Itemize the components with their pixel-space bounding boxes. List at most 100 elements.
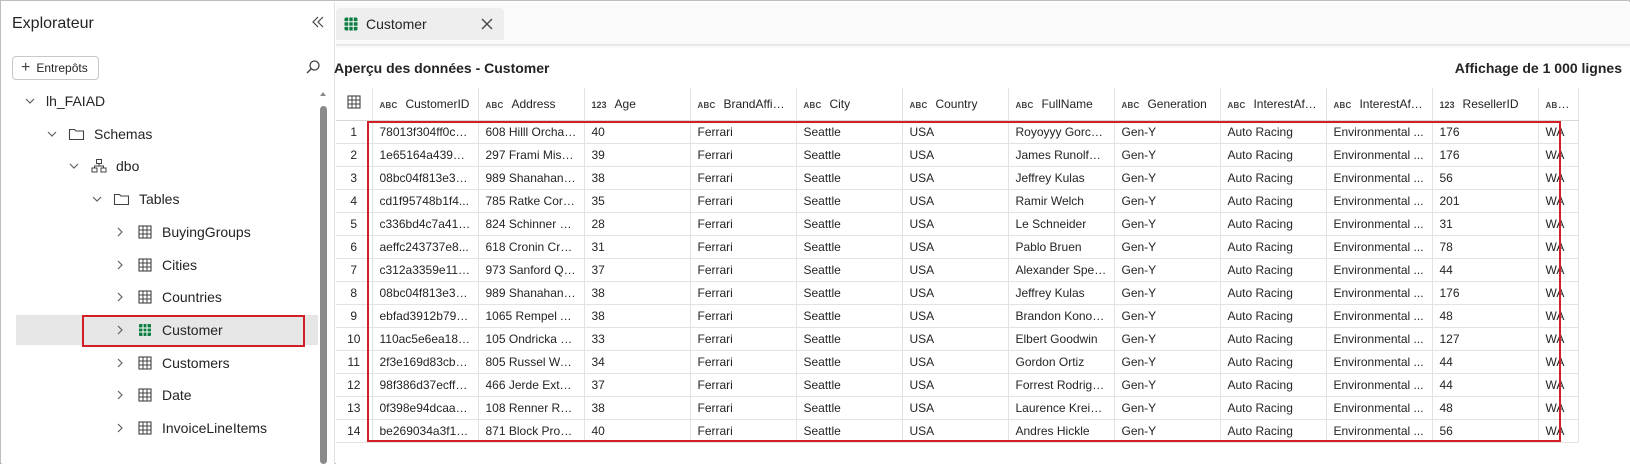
tree-item-schemas[interactable]: Schemas — [16, 119, 318, 149]
table-cell[interactable]: Seattle — [796, 189, 903, 213]
table-cell[interactable]: Ferrari — [690, 120, 797, 144]
table-cell[interactable]: 44 — [1432, 373, 1539, 397]
table-cell[interactable]: USA — [902, 143, 1009, 167]
table-cell[interactable]: Ferrari — [690, 258, 797, 282]
table-cell[interactable]: 38 — [584, 166, 691, 190]
table-cell[interactable]: USA — [902, 327, 1009, 351]
table-cell[interactable]: Laurence Kreiger — [1008, 396, 1115, 420]
table-cell[interactable]: 08bc04f813e30... — [372, 166, 479, 190]
table-cell[interactable]: 127 — [1432, 327, 1539, 351]
column-header-age[interactable]: 123 Age — [584, 88, 691, 121]
table-cell[interactable]: 618 Cronin Cro... — [478, 235, 585, 259]
table-cell[interactable]: 1e65164a4391a... — [372, 143, 479, 167]
table-cell[interactable]: USA — [902, 304, 1009, 328]
table-cell[interactable]: ebfad3912b792... — [372, 304, 479, 328]
table-cell[interactable]: USA — [902, 189, 1009, 213]
table-cell[interactable]: 1065 Rempel Al... — [478, 304, 585, 328]
table-cell[interactable]: Environmental ... — [1326, 166, 1433, 190]
table-cell[interactable]: 176 — [1432, 120, 1539, 144]
tree-item-date[interactable]: Date — [16, 380, 318, 410]
table-cell[interactable]: Seattle — [796, 258, 903, 282]
table-row[interactable]: 10 110ac5e6ea184... 105 Ondricka Fr... 33 Fe… — [336, 327, 1579, 351]
chevron-down-icon[interactable] — [68, 160, 80, 172]
scroll-thumb[interactable] — [320, 106, 327, 464]
table-cell[interactable]: Ferrari — [690, 166, 797, 190]
collapse-double-chevron-icon[interactable] — [310, 14, 326, 30]
table-cell[interactable]: WA — [1538, 281, 1579, 305]
tab-customer[interactable]: Customer — [336, 8, 504, 40]
table-cell[interactable]: 40 — [584, 419, 691, 443]
table-cell[interactable]: 28 — [584, 212, 691, 236]
row-number[interactable]: 13 — [336, 396, 373, 420]
chevron-right-icon[interactable] — [114, 357, 126, 369]
row-number[interactable]: 14 — [336, 419, 373, 443]
row-number[interactable]: 2 — [336, 143, 373, 167]
row-number[interactable]: 10 — [336, 327, 373, 351]
table-cell[interactable]: 56 — [1432, 419, 1539, 443]
table-cell[interactable]: Ferrari — [690, 212, 797, 236]
table-cell[interactable]: USA — [902, 396, 1009, 420]
table-cell[interactable]: Environmental ... — [1326, 281, 1433, 305]
table-cell[interactable]: Environmental ... — [1326, 396, 1433, 420]
table-cell[interactable]: Andres Hickle — [1008, 419, 1115, 443]
row-number[interactable]: 1 — [336, 120, 373, 144]
table-cell[interactable]: Auto Racing — [1220, 143, 1327, 167]
table-cell[interactable]: Auto Racing — [1220, 189, 1327, 213]
table-cell[interactable]: Ferrari — [690, 327, 797, 351]
table-cell[interactable]: Ferrari — [690, 419, 797, 443]
table-cell[interactable]: 78013f304ff0c0... — [372, 120, 479, 144]
table-cell[interactable]: Ferrari — [690, 304, 797, 328]
table-row[interactable]: 8 08bc04f813e30... 989 Shanahan ... 38 Ferra… — [336, 281, 1579, 305]
table-cell[interactable]: WA — [1538, 212, 1579, 236]
table-cell[interactable]: 78 — [1432, 235, 1539, 259]
table-cell[interactable]: 105 Ondricka Fr... — [478, 327, 585, 351]
chevron-down-icon[interactable] — [24, 95, 36, 107]
table-cell[interactable]: Gen-Y — [1114, 327, 1221, 351]
table-cell[interactable]: Environmental ... — [1326, 373, 1433, 397]
table-cell[interactable]: 871 Block Prom... — [478, 419, 585, 443]
table-cell[interactable]: Environmental ... — [1326, 258, 1433, 282]
table-row[interactable]: 12 98f386d37ecff5... 466 Jerde Exten... 37 F… — [336, 373, 1579, 397]
table-cell[interactable]: 824 Schinner Ju... — [478, 212, 585, 236]
tree-item-customer[interactable]: Customer — [16, 314, 318, 345]
table-cell[interactable]: Auto Racing — [1220, 281, 1327, 305]
column-header-city[interactable]: ABC City — [796, 88, 903, 121]
column-header-country[interactable]: ABC Country — [902, 88, 1009, 121]
table-cell[interactable]: 08bc04f813e30... — [372, 281, 479, 305]
table-cell[interactable]: c312a3359e11d... — [372, 258, 479, 282]
table-cell[interactable]: be269034a3f1c... — [372, 419, 479, 443]
table-row[interactable]: 5 c336bd4c7a418... 824 Schinner Ju... 28 Fer… — [336, 212, 1579, 236]
table-cell[interactable]: Seattle — [796, 143, 903, 167]
table-cell[interactable]: Gen-Y — [1114, 281, 1221, 305]
table-cell[interactable]: Environmental ... — [1326, 189, 1433, 213]
table-cell[interactable]: WA — [1538, 396, 1579, 420]
table-row[interactable]: 2 1e65164a4391a... 297 Frami Missi... 39 Fer… — [336, 143, 1579, 167]
table-cell[interactable]: WA — [1538, 258, 1579, 282]
tree-item-cities[interactable]: Cities — [16, 250, 318, 280]
table-cell[interactable]: 38 — [584, 396, 691, 420]
table-cell[interactable]: 0f398e94dcaa0... — [372, 396, 479, 420]
table-cell[interactable]: WA — [1538, 327, 1579, 351]
tree-item-lh-faiad[interactable]: lh_FAIAD — [16, 86, 318, 116]
table-cell[interactable]: James Runolfss... — [1008, 143, 1115, 167]
table-cell[interactable]: 33 — [584, 327, 691, 351]
column-header-brandaffini[interactable]: ABC BrandAffini... — [690, 88, 797, 121]
table-cell[interactable]: Gen-Y — [1114, 120, 1221, 144]
table-cell[interactable]: 466 Jerde Exten... — [478, 373, 585, 397]
table-cell[interactable]: Auto Racing — [1220, 304, 1327, 328]
table-cell[interactable]: Environmental ... — [1326, 235, 1433, 259]
table-cell[interactable]: 176 — [1432, 281, 1539, 305]
chevron-right-icon[interactable] — [114, 324, 126, 336]
table-cell[interactable]: Environmental ... — [1326, 304, 1433, 328]
chevron-right-icon[interactable] — [114, 259, 126, 271]
column-header-interestaffi[interactable]: ABC InterestAffi... — [1220, 88, 1327, 121]
table-cell[interactable]: Seattle — [796, 120, 903, 144]
table-cell[interactable]: Auto Racing — [1220, 327, 1327, 351]
table-cell[interactable]: WA — [1538, 304, 1579, 328]
table-cell[interactable]: 44 — [1432, 258, 1539, 282]
scroll-up-arrow-icon[interactable] — [319, 90, 327, 98]
table-cell[interactable]: Seattle — [796, 373, 903, 397]
table-cell[interactable]: Jeffrey Kulas — [1008, 281, 1115, 305]
table-cell[interactable]: WA — [1538, 419, 1579, 443]
table-cell[interactable]: WA — [1538, 350, 1579, 374]
